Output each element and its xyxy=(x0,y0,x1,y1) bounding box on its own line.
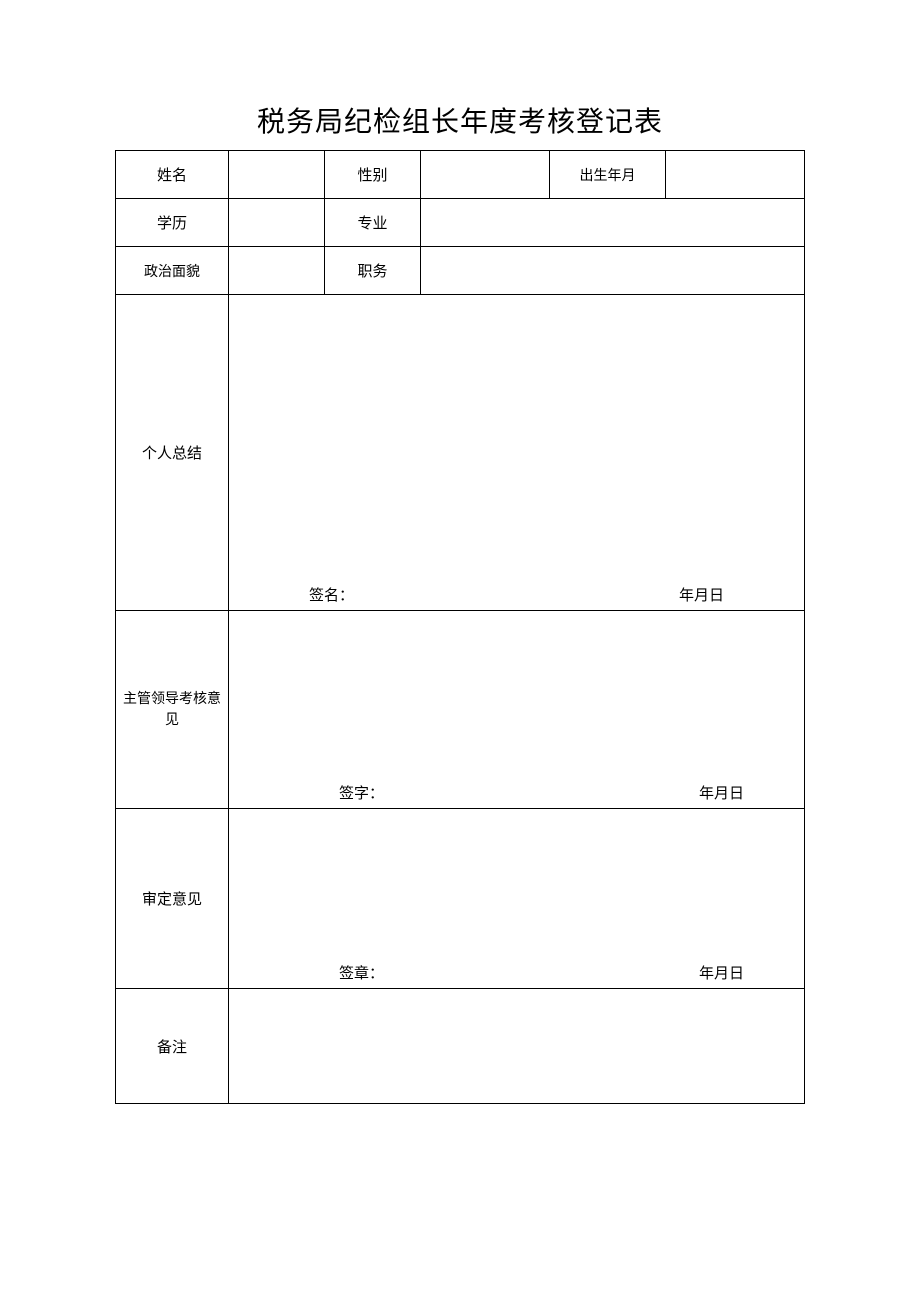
value-education[interactable] xyxy=(229,199,325,247)
date-label: 年月日 xyxy=(679,584,724,605)
label-approval: 审定意见 xyxy=(116,809,229,989)
value-gender[interactable] xyxy=(421,151,550,199)
value-remarks[interactable] xyxy=(229,989,805,1104)
value-supervisor[interactable]: 签字： 年月日 xyxy=(229,611,805,809)
form-title: 税务局纪检组长年度考核登记表 xyxy=(115,100,805,140)
value-position[interactable] xyxy=(421,247,805,295)
value-summary[interactable]: 签名： 年月日 xyxy=(229,295,805,611)
signature-label: 签名： xyxy=(309,584,354,605)
value-major[interactable] xyxy=(421,199,805,247)
label-gender: 性别 xyxy=(325,151,421,199)
label-remarks: 备注 xyxy=(116,989,229,1104)
label-major: 专业 xyxy=(325,199,421,247)
label-education: 学历 xyxy=(116,199,229,247)
date-label: 年月日 xyxy=(699,782,744,803)
label-birth: 出生年月 xyxy=(550,151,666,199)
label-position: 职务 xyxy=(325,247,421,295)
value-birth[interactable] xyxy=(666,151,805,199)
label-supervisor: 主管领导考核意见 xyxy=(116,611,229,809)
label-name: 姓名 xyxy=(116,151,229,199)
value-name[interactable] xyxy=(229,151,325,199)
label-summary: 个人总结 xyxy=(116,295,229,611)
value-political[interactable] xyxy=(229,247,325,295)
registration-table: 姓名 性别 出生年月 学历 专业 政治面貌 职务 个人总结 签名： 年月日 主管… xyxy=(115,150,805,1104)
sign-label: 签字： xyxy=(339,782,384,803)
value-approval[interactable]: 签章： 年月日 xyxy=(229,809,805,989)
label-political: 政治面貌 xyxy=(116,247,229,295)
date-label: 年月日 xyxy=(699,962,744,983)
seal-label: 签章： xyxy=(339,962,384,983)
